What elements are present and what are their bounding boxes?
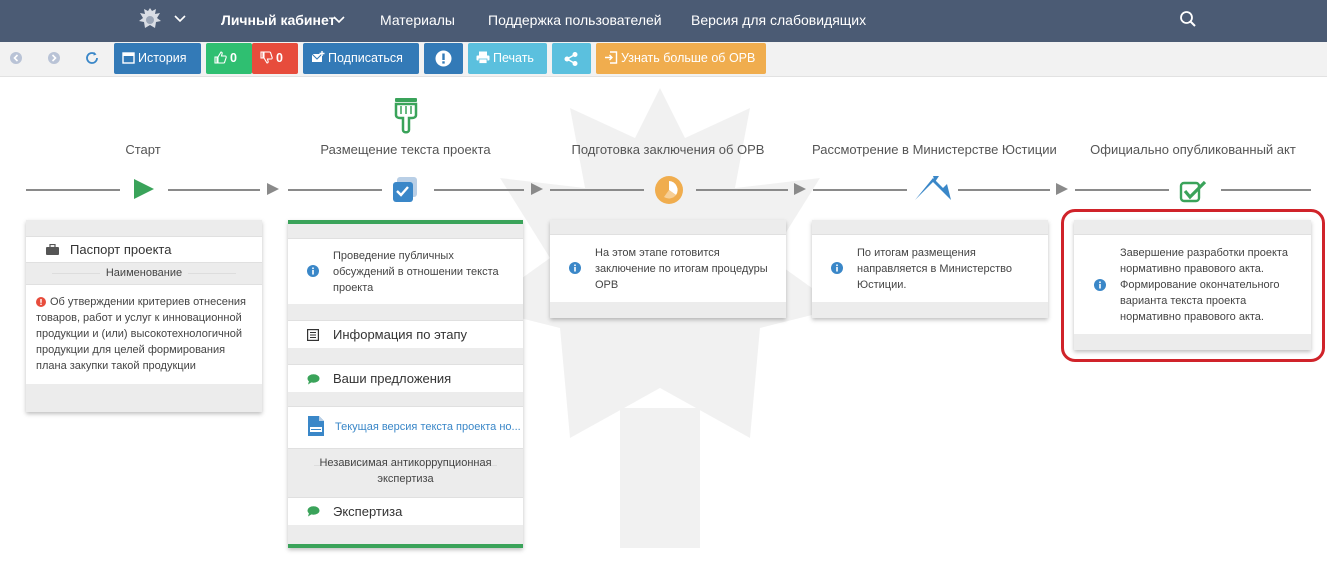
stage-card-ministry-review: По итогам размещения направляется в Мини… [812,220,1048,318]
timeline-line [26,189,120,191]
envelope-plus-icon [311,51,325,63]
checked-document-icon [393,177,417,202]
current-version-row[interactable]: Текущая версия текста проекта но... [288,406,523,448]
error-icon [36,297,46,307]
placement-info-row: Проведение публичных обсуждений в отноше… [288,238,523,304]
comment-icon [307,506,320,517]
thumbs-up-icon [214,51,227,64]
subscribe-label: Подписаться [328,51,403,65]
briefcase-icon [46,244,59,255]
timeline-line [1221,189,1311,191]
history-label: История [138,51,187,65]
nav-user-support[interactable]: Поддержка пользователей [488,0,662,42]
top-navbar: Личный кабинет Материалы Поддержка польз… [0,0,1327,42]
print-label: Печать [493,51,534,65]
stage-title-ministry-review: Рассмотрение в Министерстве Юстиции [812,142,1057,157]
dislike-count: 0 [276,51,283,65]
sign-in-icon [605,51,618,64]
dislike-button[interactable]: 0 [252,43,298,74]
arrow-right-icon [531,183,543,195]
arrow-right-icon [267,183,279,195]
nav-personal-cabinet[interactable]: Личный кабинет [221,0,335,42]
placement-info-text: Проведение публичных обсуждений в отноше… [333,250,499,294]
timeline-line [168,189,260,191]
stage-title-published-act: Официально опубликованный акт [1090,142,1296,157]
ministry-info-row: По итогам размещения направляется в Мини… [812,234,1048,302]
stage-info-label: Информация по этапу [333,327,468,342]
stage-title-start: Старт [125,142,161,157]
nav-accessible-version[interactable]: Версия для слабовидящих [691,0,866,42]
history-button[interactable]: История [114,43,201,74]
orv-info-text: На этом этапе готовится заключение по ит… [595,247,768,291]
ministry-info-text: По итогам размещения направляется в Мини… [857,247,1012,291]
stage-card-placement: Проведение публичных обсуждений в отноше… [288,220,523,548]
action-toolbar: История 0 0 Подписаться Печать Узнать бо… [0,42,1327,77]
info-icon [569,262,581,274]
learn-more-label: Узнать больше об ОРВ [621,51,756,65]
checkbox-checked-icon [1179,180,1207,203]
anticorruption-header: Независимая антикоррупционная экспертиза [319,457,492,485]
nav-materials[interactable]: Материалы [380,0,455,42]
expertise-label: Экспертиза [333,504,403,519]
like-count: 0 [230,51,237,65]
project-passport-row[interactable]: Паспорт проекта [26,236,262,262]
project-passport-label: Паспорт проекта [70,242,172,257]
info-icon [831,262,843,274]
chevron-down-icon[interactable] [332,13,346,27]
arrow-right-icon [1056,183,1068,195]
report-button[interactable] [424,43,463,74]
timeline-line [288,189,382,191]
learn-more-orv-button[interactable]: Узнать больше об ОРВ [596,43,766,74]
stage-card-orv-conclusion: На этом этапе готовится заключение по ит… [550,220,786,318]
print-button[interactable]: Печать [468,43,547,74]
share-button[interactable] [552,43,591,74]
coat-of-arms-logo[interactable] [137,6,163,34]
timeline-line [958,189,1050,191]
back-icon[interactable] [8,50,24,66]
arrow-right-icon [794,183,806,195]
current-version-link[interactable]: Текущая версия текста проекта но... [335,421,521,433]
orv-info-row: На этом этапе готовится заключение по ит… [550,234,786,302]
timeline-line [813,189,907,191]
docx-file-icon [308,416,324,436]
forward-icon[interactable] [46,50,62,66]
expertise-row[interactable]: Экспертиза [288,497,523,525]
timeline-line [550,189,644,191]
highlight-annotation [1061,209,1325,362]
timeline-line [696,189,788,191]
your-proposals-label: Ваши предложения [333,371,452,386]
share-icon [564,51,578,66]
list-icon [307,329,319,341]
arrow-up-icon [915,176,951,200]
timeline-line [434,189,524,191]
comment-icon [307,374,320,385]
stage-info-row[interactable]: Информация по этапу [288,320,523,348]
pie-chart-icon [655,176,683,204]
thumbs-down-icon [260,51,273,64]
stage-card-start: Паспорт проекта Наименование Об утвержде… [26,220,262,412]
pointing-hand-icon [394,98,418,134]
chevron-down-icon[interactable] [172,11,188,27]
name-section-header: Наименование [99,267,189,279]
stage-title-orv-conclusion: Подготовка заключения об ОРВ [571,142,765,157]
play-icon [134,179,154,199]
project-name-row: Об утверждении критериев отнесения товар… [26,284,262,384]
calendar-icon [122,52,135,64]
refresh-icon[interactable] [84,50,100,66]
search-icon[interactable] [1179,10,1197,28]
info-icon [307,265,319,277]
timeline-line [1075,189,1169,191]
like-button[interactable]: 0 [206,43,252,74]
subscribe-button[interactable]: Подписаться [303,43,419,74]
printer-icon [476,51,490,65]
your-proposals-row[interactable]: Ваши предложения [288,364,523,392]
project-name-text: Об утверждении критериев отнесения товар… [36,296,247,372]
stage-title-placement: Размещение текста проекта [320,142,491,157]
exclamation-icon [435,50,452,67]
